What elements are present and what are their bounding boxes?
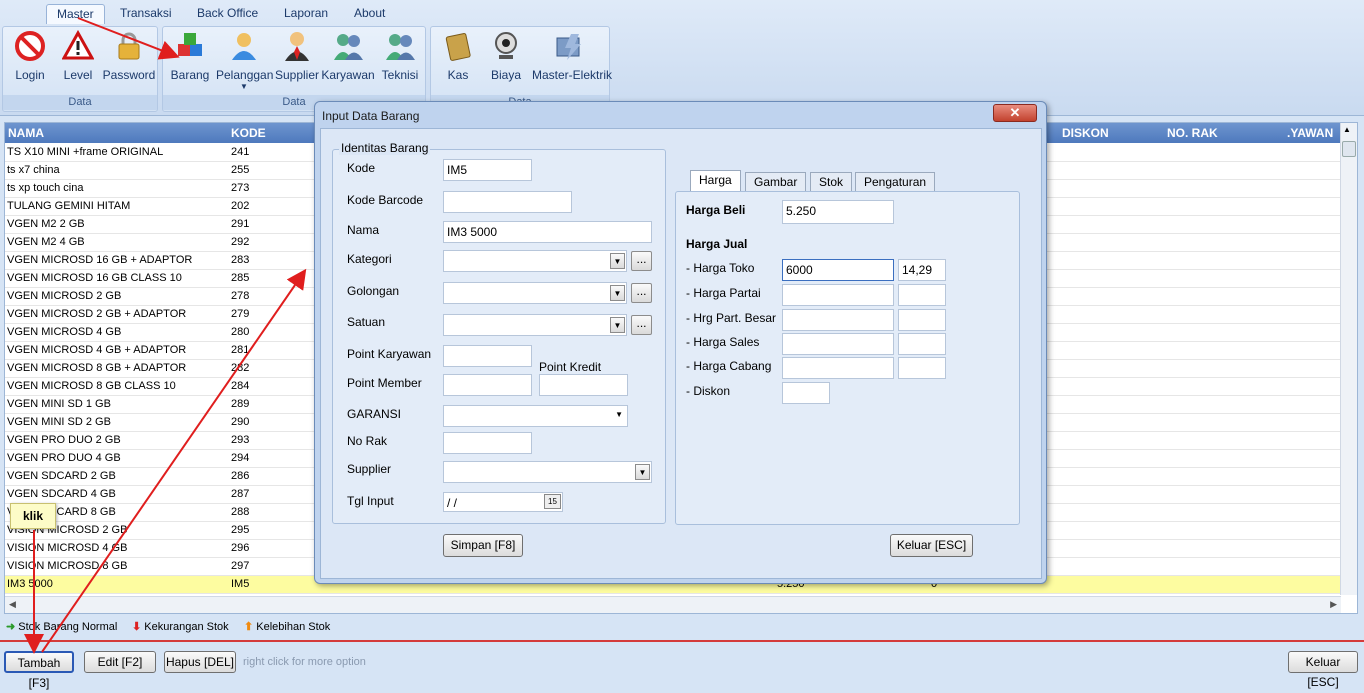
chevron-down-icon[interactable]: ▼ <box>635 464 650 480</box>
hrg-part-besar-percent-field[interactable] <box>898 309 946 331</box>
tgl-input-label: Tgl Input <box>347 494 394 508</box>
dialog-body: Identitas Barang Kode IM5 Kode Barcode N… <box>320 128 1042 579</box>
harga-beli-label: Harga Beli <box>686 203 746 217</box>
tab-gambar[interactable]: Gambar <box>745 172 807 191</box>
arrow-to-dialog <box>41 268 307 653</box>
no-rak-label: No Rak <box>347 434 388 448</box>
close-icon[interactable]: ✕ <box>993 104 1037 122</box>
harga-cabang-label: - Harga Cabang <box>686 359 772 373</box>
harga-partai-label: - Harga Partai <box>686 286 761 300</box>
tab-pengaturan[interactable]: Pengaturan <box>855 172 936 191</box>
no-rak-field[interactable] <box>443 432 532 454</box>
golongan-browse-button[interactable]: ... <box>631 283 652 303</box>
point-kredit-field[interactable] <box>539 374 628 396</box>
harga-sales-field[interactable] <box>782 333 894 355</box>
harga-panel: Harga Beli 5.250 Harga Jual - Harga Toko… <box>675 191 1020 525</box>
harga-sales-percent-field[interactable] <box>898 333 946 355</box>
tab-stok[interactable]: Stok <box>810 172 853 191</box>
kode-label: Kode <box>347 161 376 175</box>
chevron-down-icon[interactable]: ▼ <box>610 317 625 333</box>
hrg-part-besar-label: - Hrg Part. Besar <box>686 311 777 325</box>
chevron-down-icon[interactable]: ▼ <box>615 410 623 419</box>
chevron-down-icon[interactable]: ▼ <box>610 253 625 269</box>
harga-partai-percent-field[interactable] <box>898 284 946 306</box>
point-kredit-label: Point Kredit <box>539 360 602 374</box>
diskon-field[interactable] <box>782 382 830 404</box>
point-karyawan-field[interactable] <box>443 345 532 367</box>
supplier-select[interactable]: ▼ <box>443 461 652 483</box>
harga-sales-label: - Harga Sales <box>686 335 760 349</box>
dialog-keluar-button[interactable]: Keluar [ESC] <box>890 534 973 557</box>
callout-note: klik <box>10 503 56 529</box>
tgl-input-field[interactable]: / / 15 <box>443 492 563 512</box>
harga-jual-label: Harga Jual <box>686 237 748 251</box>
satuan-label: Satuan <box>347 315 386 329</box>
diskon-label: - Diskon <box>686 384 731 398</box>
harga-beli-field[interactable]: 5.250 <box>782 200 894 224</box>
kode-barcode-field[interactable] <box>443 191 572 213</box>
satuan-select[interactable]: ▼ <box>443 314 627 336</box>
garansi-select[interactable]: ▼ <box>443 405 628 427</box>
chevron-down-icon[interactable]: ▼ <box>610 285 625 301</box>
point-karyawan-label: Point Karyawan <box>347 347 432 361</box>
supplier-label: Supplier <box>347 462 392 476</box>
kode-barcode-label: Kode Barcode <box>347 193 424 207</box>
identitas-legend: Identitas Barang <box>339 141 431 155</box>
input-data-barang-dialog: Input Data Barang ✕ Identitas Barang Kod… <box>314 101 1047 584</box>
arrow-to-barang <box>77 17 180 60</box>
nama-field[interactable]: IM3 5000 <box>443 221 652 243</box>
harga-partai-field[interactable] <box>782 284 894 306</box>
dialog-title: Input Data Barang <box>322 109 420 123</box>
kode-field[interactable]: IM5 <box>443 159 532 181</box>
tab-harga[interactable]: Harga <box>690 170 741 192</box>
point-member-label: Point Member <box>347 376 422 390</box>
harga-toko-percent-field[interactable]: 14,29 <box>898 259 946 281</box>
kategori-label: Kategori <box>347 252 392 266</box>
golongan-select[interactable]: ▼ <box>443 282 627 304</box>
hrg-part-besar-field[interactable] <box>782 309 894 331</box>
nama-label: Nama <box>347 223 380 237</box>
satuan-browse-button[interactable]: ... <box>631 315 652 335</box>
golongan-label: Golongan <box>347 284 400 298</box>
harga-toko-field[interactable]: 6000 <box>782 259 894 281</box>
harga-cabang-percent-field[interactable] <box>898 357 946 379</box>
kategori-browse-button[interactable]: ... <box>631 251 652 271</box>
simpan-button[interactable]: Simpan [F8] <box>443 534 523 557</box>
harga-cabang-field[interactable] <box>782 357 894 379</box>
identitas-barang-group: Identitas Barang Kode IM5 Kode Barcode N… <box>332 141 666 524</box>
tgl-input-value: / / <box>447 496 458 510</box>
calendar-icon[interactable]: 15 <box>544 494 561 509</box>
point-member-field[interactable] <box>443 374 532 396</box>
harga-toko-label: - Harga Toko <box>686 261 755 275</box>
kategori-select[interactable]: ▼ <box>443 250 627 272</box>
garansi-label: GARANSI <box>347 407 402 421</box>
